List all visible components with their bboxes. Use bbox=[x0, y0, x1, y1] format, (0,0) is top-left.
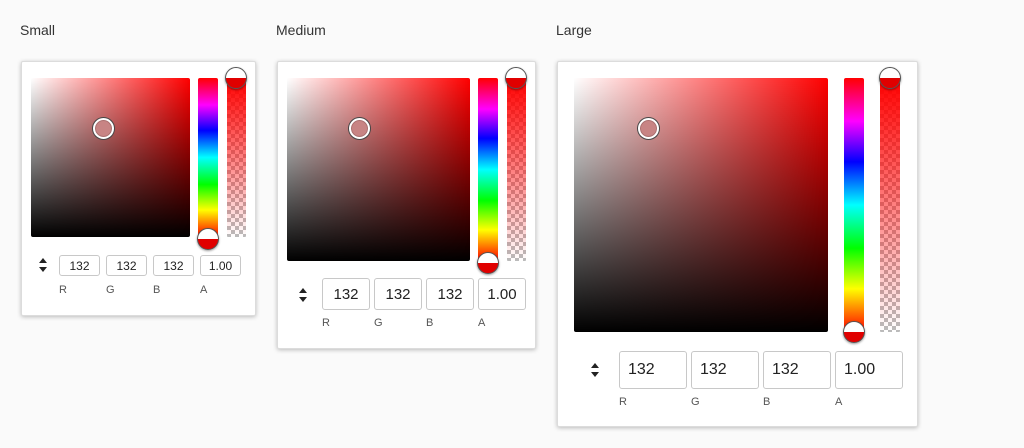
alpha-slider[interactable] bbox=[507, 78, 526, 261]
red-input[interactable] bbox=[59, 255, 100, 276]
green-input[interactable] bbox=[374, 278, 422, 310]
blue-label: B bbox=[153, 284, 161, 296]
green-label: G bbox=[691, 396, 700, 408]
blue-label: B bbox=[426, 317, 434, 329]
blue-input[interactable] bbox=[426, 278, 474, 310]
saturation-value-area[interactable] bbox=[287, 78, 470, 261]
blue-label: B bbox=[763, 396, 771, 408]
red-label: R bbox=[59, 284, 67, 296]
hue-slider-thumb[interactable] bbox=[477, 252, 499, 274]
up-down-arrows-icon[interactable] bbox=[38, 257, 48, 273]
hue-slider[interactable] bbox=[844, 78, 864, 332]
alpha-slider-thumb[interactable] bbox=[505, 67, 527, 89]
red-input[interactable] bbox=[322, 278, 370, 310]
up-down-arrows-icon[interactable] bbox=[298, 287, 308, 303]
alpha-slider-thumb[interactable] bbox=[879, 67, 901, 89]
saturation-value-thumb[interactable] bbox=[93, 118, 114, 139]
small-color-picker: R G B A bbox=[21, 61, 256, 316]
alpha-slider[interactable] bbox=[227, 78, 246, 237]
hue-slider[interactable] bbox=[478, 78, 498, 261]
alpha-input[interactable] bbox=[835, 351, 903, 389]
alpha-slider[interactable] bbox=[880, 78, 900, 332]
alpha-label: A bbox=[200, 284, 208, 296]
saturation-value-thumb[interactable] bbox=[638, 118, 659, 139]
alpha-input[interactable] bbox=[200, 255, 241, 276]
hue-slider[interactable] bbox=[198, 78, 218, 237]
small-picker-title: Small bbox=[20, 22, 56, 38]
red-input[interactable] bbox=[619, 351, 687, 389]
alpha-label: A bbox=[835, 396, 843, 408]
medium-color-picker: R G B A bbox=[277, 61, 536, 349]
green-input[interactable] bbox=[691, 351, 759, 389]
blue-input[interactable] bbox=[153, 255, 194, 276]
blue-input[interactable] bbox=[763, 351, 831, 389]
red-label: R bbox=[322, 317, 330, 329]
saturation-value-thumb[interactable] bbox=[349, 118, 370, 139]
alpha-input[interactable] bbox=[478, 278, 526, 310]
up-down-arrows-icon[interactable] bbox=[590, 362, 600, 378]
green-label: G bbox=[106, 284, 115, 296]
alpha-slider-thumb[interactable] bbox=[225, 67, 247, 89]
green-input[interactable] bbox=[106, 255, 147, 276]
green-label: G bbox=[374, 317, 383, 329]
medium-picker-title: Medium bbox=[276, 22, 326, 38]
red-label: R bbox=[619, 396, 627, 408]
alpha-label: A bbox=[478, 317, 486, 329]
saturation-value-area[interactable] bbox=[31, 78, 190, 237]
saturation-value-area[interactable] bbox=[574, 78, 828, 332]
large-picker-title: Large bbox=[556, 22, 592, 38]
hue-slider-thumb[interactable] bbox=[197, 228, 219, 250]
large-color-picker: R G B A bbox=[557, 61, 918, 427]
hue-slider-thumb[interactable] bbox=[843, 321, 865, 343]
